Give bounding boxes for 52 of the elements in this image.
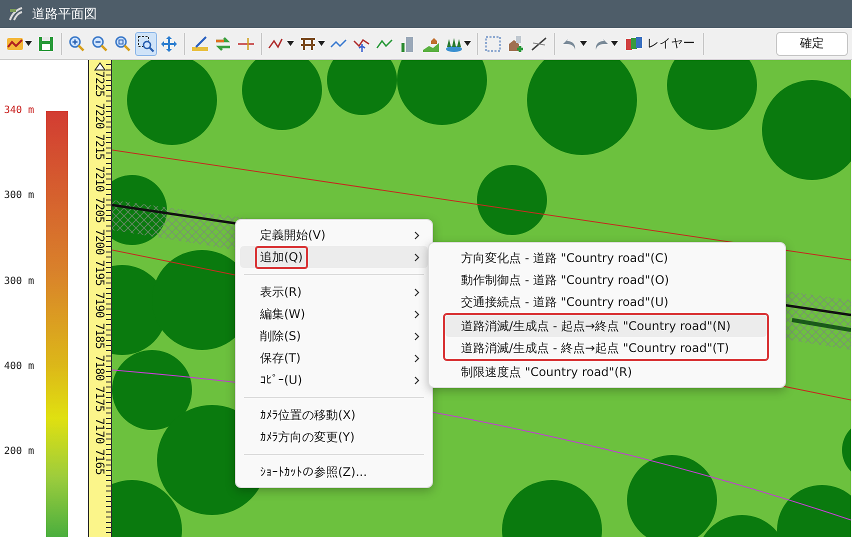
- app-icon: [8, 6, 24, 22]
- menu-item[interactable]: 方向変化点 - 道路 "Country road"(C): [433, 247, 781, 269]
- chevron-right-icon: [414, 230, 420, 240]
- add-building-icon: [507, 34, 525, 52]
- ruler-pencil-icon: [191, 34, 209, 52]
- legend-label: 400 m: [4, 360, 36, 372]
- legend-label: 300 m: [4, 190, 36, 202]
- crossing-lines-icon: [530, 34, 548, 52]
- layers-icon: [625, 36, 643, 52]
- zoom-out-icon: [91, 34, 109, 52]
- zoom-in-icon: [68, 34, 86, 52]
- menu-item[interactable]: 定義開始(V): [240, 224, 428, 246]
- legend-label: 340 m: [4, 105, 36, 116]
- toolbar-button[interactable]: [135, 32, 157, 56]
- menu-item[interactable]: 追加(Q): [240, 246, 428, 268]
- caret-icon: [25, 41, 32, 46]
- zoom-region-icon: [137, 34, 155, 52]
- chevron-right-icon: [414, 288, 420, 296]
- menu-item[interactable]: 編集(W): [240, 303, 428, 325]
- zoom-fit-icon: [114, 34, 132, 52]
- caret-icon: [611, 41, 618, 46]
- caret-icon: [318, 41, 325, 46]
- menu-item[interactable]: ｶﾒﾗ位置の移動(X): [240, 404, 428, 426]
- layers-button[interactable]: レイヤー: [621, 32, 699, 56]
- chevron-right-icon: [414, 376, 420, 384]
- menu-item[interactable]: ｺﾋﾟｰ(U): [240, 369, 428, 391]
- menu-item[interactable]: 削除(S): [240, 325, 428, 347]
- caret-icon: [287, 41, 294, 46]
- window-title: 道路平面図: [32, 6, 97, 23]
- legend-label: 200 m: [4, 446, 36, 457]
- menu-item[interactable]: 動作制御点 - 道路 "Country road"(O): [433, 269, 781, 291]
- confirm-button[interactable]: 確定: [776, 32, 848, 56]
- menu-item[interactable]: 道路消滅/生成点 - 終点→起点 "Country road"(T): [445, 337, 767, 359]
- save-icon: [37, 34, 55, 52]
- caret-icon: [580, 41, 587, 46]
- chevron-right-icon: [414, 310, 420, 318]
- menu-item[interactable]: ｼｮｰﾄｶｯﾄの参照(Z)...: [240, 461, 428, 483]
- menu-item[interactable]: 交通接続点 - 道路 "Country road"(U): [433, 291, 781, 313]
- menu-item[interactable]: 保存(T): [240, 347, 428, 369]
- menu-item[interactable]: ｶﾒﾗ方向の変更(Y): [240, 426, 428, 448]
- move-arrows-icon: [160, 34, 178, 52]
- chevron-right-icon: [414, 252, 420, 262]
- legend-label: 300 m: [4, 276, 36, 286]
- menu-item[interactable]: 道路消滅/生成点 - 起点→終点 "Country road"(N): [445, 315, 767, 337]
- selection-rect-icon: [484, 34, 502, 52]
- caret-icon: [464, 41, 471, 46]
- chevron-right-icon: [414, 332, 420, 340]
- menu-item[interactable]: 制限速度点 "Country road"(R): [433, 361, 781, 383]
- chevron-right-icon: [414, 354, 420, 362]
- menu-item[interactable]: 表示(R): [240, 281, 428, 303]
- triangle-icon: [94, 62, 106, 71]
- swap-arrows-icon: [214, 34, 232, 52]
